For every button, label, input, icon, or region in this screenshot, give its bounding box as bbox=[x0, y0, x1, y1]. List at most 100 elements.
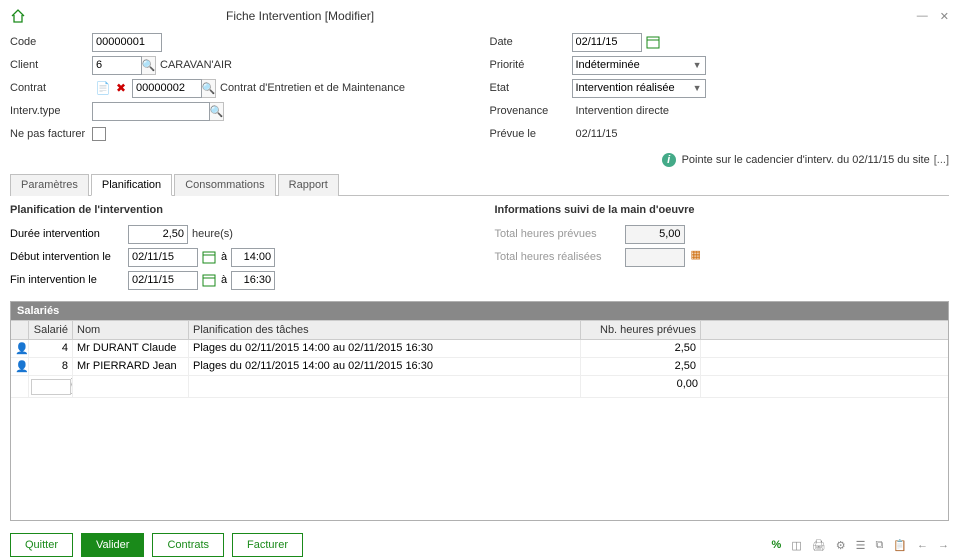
tab-parametres[interactable]: Paramètres bbox=[10, 174, 89, 196]
label-heures: heure(s) bbox=[188, 228, 233, 240]
col-planif[interactable]: Planification des tâches bbox=[189, 321, 581, 339]
prev-icon[interactable]: ← bbox=[917, 539, 928, 551]
tab-rapport[interactable]: Rapport bbox=[278, 174, 339, 196]
etat-select[interactable]: Intervention réalisée ▼ bbox=[572, 79, 706, 98]
label-code: Code bbox=[10, 36, 92, 48]
ne-pas-facturer-checkbox[interactable] bbox=[92, 127, 106, 141]
label-etat: Etat bbox=[490, 82, 572, 94]
window: Fiche Intervention [Modifier] — ✕ Code C… bbox=[0, 0, 959, 537]
calendar-icon[interactable] bbox=[201, 271, 217, 290]
cell-planif-empty bbox=[189, 376, 581, 397]
contrat-link-icon[interactable]: 📄 bbox=[95, 80, 111, 96]
col-hp[interactable]: Nb. heures prévues bbox=[581, 321, 701, 339]
list-icon[interactable]: ☰ bbox=[856, 539, 866, 552]
table-row[interactable]: 👤 8 Mr PIERRARD Jean Plages du 02/11/201… bbox=[11, 358, 948, 376]
cell-planif: Plages du 02/11/2015 14:00 au 02/11/2015… bbox=[189, 358, 581, 375]
duree-input[interactable] bbox=[128, 225, 188, 244]
tab-planification[interactable]: Planification bbox=[91, 174, 172, 196]
window-controls: — ✕ bbox=[917, 10, 949, 23]
total-prevues-input bbox=[625, 225, 685, 244]
client-name: CARAVAN'AIR bbox=[156, 59, 232, 71]
label-total-prevues: Total heures prévues bbox=[495, 228, 625, 240]
salaries-grid: Salariés Salarié Nom Planification des t… bbox=[10, 301, 949, 521]
info-icon: i bbox=[662, 153, 676, 167]
print-icon[interactable]: 🖨 bbox=[812, 539, 826, 552]
info-message: Pointe sur le cadencier d'interv. du 02/… bbox=[682, 154, 930, 166]
debut-time-input[interactable] bbox=[231, 248, 275, 267]
label-date: Date bbox=[490, 36, 572, 48]
info-more-link[interactable]: [...] bbox=[934, 154, 949, 166]
titlebar: Fiche Intervention [Modifier] — ✕ bbox=[10, 8, 949, 24]
tab-consommations[interactable]: Consommations bbox=[174, 174, 275, 196]
home-icon[interactable] bbox=[10, 8, 26, 24]
calendar-icon[interactable] bbox=[201, 248, 217, 267]
row-icon: 👤 bbox=[11, 340, 29, 357]
etat-value: Intervention réalisée bbox=[576, 82, 675, 94]
table-row-edit[interactable]: 🔍 0,00 bbox=[11, 376, 948, 398]
grid-body[interactable]: 👤 4 Mr DURANT Claude Plages du 02/11/201… bbox=[11, 340, 948, 520]
cell-hp-edit: 0,00 bbox=[581, 376, 701, 397]
label-ne-pas-facturer: Ne pas facturer bbox=[10, 128, 92, 140]
contrat-name: Contrat d'Entretien et de Maintenance bbox=[216, 82, 405, 94]
fin-time-input[interactable] bbox=[231, 271, 275, 290]
fin-date-input[interactable] bbox=[128, 271, 198, 290]
chevron-down-icon: ▼ bbox=[693, 83, 702, 93]
footer-toolbar: % ◫ 🖨 ⚙ ☰ ⧉ 📋 ← → bbox=[772, 539, 949, 552]
debut-date-input[interactable] bbox=[128, 248, 198, 267]
code-input[interactable] bbox=[92, 33, 162, 52]
label-interv-type: Interv.type bbox=[10, 105, 92, 117]
label-prevue-le: Prévue le bbox=[490, 128, 572, 140]
copy-icon[interactable]: ⧉ bbox=[875, 539, 883, 552]
cell-nom: Mr PIERRARD Jean bbox=[73, 358, 189, 375]
grid-header: Salarié Nom Planification des tâches Nb.… bbox=[11, 320, 948, 340]
tabbar: Paramètres Planification Consommations R… bbox=[10, 173, 949, 196]
label-total-realisees: Total heures réalisées bbox=[495, 251, 625, 263]
paste-icon[interactable]: 📋 bbox=[893, 539, 907, 552]
window-title: Fiche Intervention [Modifier] bbox=[226, 9, 374, 23]
percent-icon[interactable]: % bbox=[772, 539, 782, 551]
planification-panel: Planification de l'intervention Durée in… bbox=[10, 204, 949, 293]
label-a1: à bbox=[221, 251, 227, 263]
row-icon: 👤 bbox=[11, 358, 29, 375]
label-debut: Début intervention le bbox=[10, 251, 128, 263]
date-input[interactable] bbox=[572, 33, 642, 52]
priorite-value: Indéterminée bbox=[576, 59, 640, 71]
lookup-interv-type-icon[interactable]: 🔍 bbox=[210, 102, 224, 121]
contrat-action-icons: 📄 ✖ bbox=[95, 80, 129, 96]
edit-salarie-input[interactable] bbox=[31, 379, 71, 395]
diagram-icon[interactable]: ◫ bbox=[791, 539, 801, 552]
close-icon[interactable]: ✕ bbox=[940, 10, 949, 23]
interv-type-input[interactable] bbox=[92, 102, 210, 121]
calendar-icon[interactable] bbox=[645, 33, 661, 52]
label-priorite: Priorité bbox=[490, 59, 572, 71]
settings-icon[interactable]: ⚙ bbox=[836, 539, 846, 552]
contrat-remove-icon[interactable]: ✖ bbox=[113, 80, 129, 96]
col-nom[interactable]: Nom bbox=[73, 321, 189, 339]
cell-nom: Mr DURANT Claude bbox=[73, 340, 189, 357]
detail-icon[interactable]: ▦ bbox=[691, 248, 709, 266]
contrat-code-input[interactable] bbox=[132, 79, 202, 98]
cell-salarie: 8 bbox=[29, 358, 73, 375]
provenance-value: Intervention directe bbox=[572, 105, 670, 117]
chevron-down-icon: ▼ bbox=[693, 60, 702, 70]
lookup-client-icon[interactable]: 🔍 bbox=[142, 56, 156, 75]
cell-hp: 2,50 bbox=[581, 358, 701, 375]
table-row[interactable]: 👤 4 Mr DURANT Claude Plages du 02/11/201… bbox=[11, 340, 948, 358]
client-code-input[interactable] bbox=[92, 56, 142, 75]
row-icon-empty bbox=[11, 376, 29, 397]
info-line: i Pointe sur le cadencier d'interv. du 0… bbox=[10, 153, 949, 167]
minimize-icon[interactable]: — bbox=[917, 10, 928, 23]
label-client: Client bbox=[10, 59, 92, 71]
total-realisees-input bbox=[625, 248, 685, 267]
cell-planif: Plages du 02/11/2015 14:00 au 02/11/2015… bbox=[189, 340, 581, 357]
cell-nom-empty bbox=[73, 376, 189, 397]
cell-hp: 2,50 bbox=[581, 340, 701, 357]
priorite-select[interactable]: Indéterminée ▼ bbox=[572, 56, 706, 75]
mo-title: Informations suivi de la main d'oeuvre bbox=[495, 204, 950, 216]
label-provenance: Provenance bbox=[490, 105, 572, 117]
label-duree: Durée intervention bbox=[10, 228, 128, 240]
next-icon[interactable]: → bbox=[938, 539, 949, 551]
col-salarie[interactable]: Salarié bbox=[29, 321, 73, 339]
lookup-contrat-icon[interactable]: 🔍 bbox=[202, 79, 216, 98]
col-icon bbox=[11, 321, 29, 339]
